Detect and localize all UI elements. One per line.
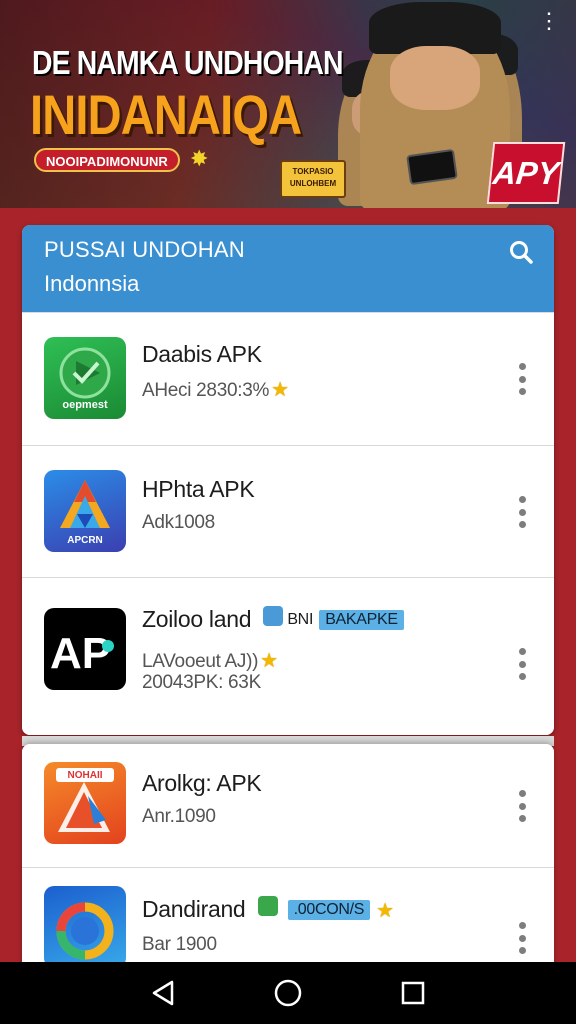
banner-badge: NOOIPADIMONUNR [34,148,180,172]
list-item[interactable]: AP Zoiloo land BNI BAKAPKE LAVooeut AJ))… [22,578,554,735]
list-item[interactable]: oepmest Daabis APK AHeci 2830:3% ★ [22,313,554,446]
app-icon-label: NOHAII [67,770,103,781]
app-meta: Anr.1090 [142,806,216,827]
app-meta: AHeci 2830:3% ★ [142,379,289,401]
more-options-icon[interactable] [512,786,532,826]
system-navigation-bar [0,962,576,1024]
app-icon-label: APCRN [67,535,103,546]
ap-logo-icon: AP [44,608,126,690]
app-name: Dandirand .00CON/S ★ [142,896,394,922]
banner-sign: TOKPASIO UNLOHBEM [280,160,346,198]
shield-icon [263,606,284,626]
home-icon[interactable] [268,973,308,1013]
triangle-a-icon: APCRN [44,470,126,552]
app-name: HPhta APK [142,476,255,502]
search-icon[interactable] [504,235,538,269]
app-list-card: PUSSAI UNDOHAN Indonnsia oepmest Daabis … [22,225,554,735]
ring-icon [44,886,126,968]
back-icon[interactable] [143,973,183,1013]
banner-title: INIDANAIQA [30,83,302,146]
app-badge-icon [257,896,278,916]
sparkle-icon: ✸ [190,146,209,171]
banner-headline: DE NAMKA UNDHOHAN [32,44,344,81]
list-header: PUSSAI UNDOHAN Indonnsia [22,225,554,313]
recents-icon[interactable] [393,973,433,1013]
app-list-card-secondary: NOHAII Arolkg: APK Anr.1090 Dandirand .0… [22,744,554,984]
promo-banner[interactable]: TOKPASIO UNLOHBEM APY DE NAMKA UNDHOHAN … [0,0,576,208]
category-tag: .00CON/S [287,900,371,920]
app-meta: LAVooeut AJ)) ★ [142,650,278,672]
star-icon: ★ [271,379,289,401]
app-meta: Adk1008 [142,512,215,533]
app-icon-label: oepmest [62,399,108,411]
category-tag: BAKAPKE [319,610,404,630]
app-name: Zoiloo land BNI BAKAPKE [142,606,404,633]
overflow-menu-icon[interactable]: ⋮ [538,10,560,32]
orange-a-icon: NOHAII [44,762,126,844]
star-icon: ★ [376,900,394,922]
star-icon: ★ [260,650,278,672]
list-item[interactable]: APCRN HPhta APK Adk1008 [22,446,554,578]
play-check-icon: oepmest [44,337,126,419]
app-name: Arolkg: APK [142,770,262,796]
app-icon-label: AP [50,629,111,678]
more-options-icon[interactable] [512,644,532,684]
more-options-icon[interactable] [512,359,532,399]
app-meta: Bar 1900 [142,934,217,955]
list-item[interactable]: NOHAII Arolkg: APK Anr.1090 [22,744,554,868]
apk-badge: APY [486,142,566,204]
app-name: Daabis APK [142,341,262,367]
page-subtitle: Indonnsia [44,271,140,296]
app-meta-secondary: 20043PK: 63K [142,672,261,693]
more-options-icon[interactable] [512,918,532,958]
more-options-icon[interactable] [512,492,532,532]
page-title: PUSSAI UNDOHAN [44,237,245,262]
